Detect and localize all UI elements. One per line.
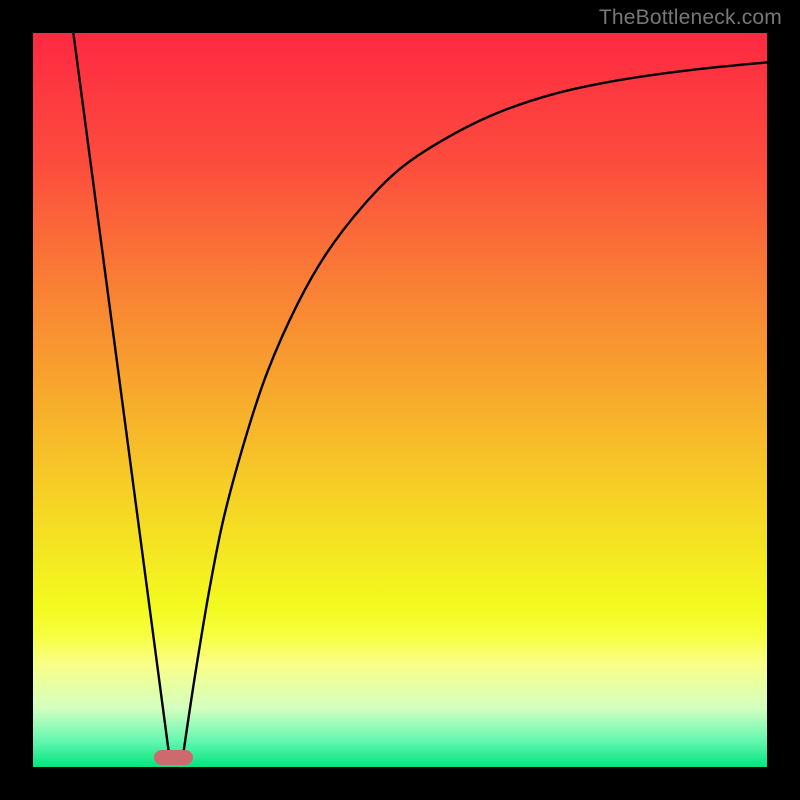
- watermark: TheBottleneck.com: [599, 6, 782, 30]
- plot-area: [33, 33, 767, 767]
- chart-frame: TheBottleneck.com: [0, 0, 800, 800]
- min-marker: [154, 750, 193, 765]
- gradient-background: [33, 33, 767, 767]
- chart-svg: [33, 33, 767, 767]
